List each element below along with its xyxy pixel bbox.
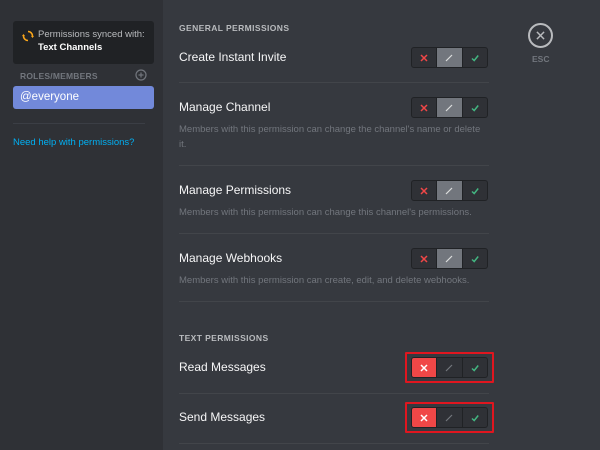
allow-button[interactable] bbox=[463, 408, 487, 427]
permission-toggle-manage-channel bbox=[411, 97, 488, 118]
permission-title: Manage Webhooks bbox=[179, 251, 283, 265]
sync-icon bbox=[22, 30, 34, 42]
row-divider bbox=[179, 301, 489, 302]
close-button[interactable] bbox=[528, 23, 553, 48]
row-divider bbox=[179, 82, 489, 83]
sidebar: Permissions synced with: Text Channels R… bbox=[0, 0, 163, 450]
allow-button[interactable] bbox=[463, 98, 487, 117]
row-divider bbox=[179, 233, 489, 234]
neutral-button[interactable] bbox=[437, 358, 463, 377]
neutral-button[interactable] bbox=[437, 249, 463, 268]
permission-title: Create Instant Invite bbox=[179, 50, 287, 64]
check-icon bbox=[471, 54, 479, 62]
slash-icon bbox=[446, 187, 453, 194]
deny-button[interactable] bbox=[412, 249, 438, 268]
allow-button[interactable] bbox=[463, 358, 487, 377]
close-icon bbox=[536, 31, 545, 40]
check-icon bbox=[471, 187, 479, 195]
permission-toggle-manage-webhooks bbox=[411, 248, 488, 269]
role-label: @everyone bbox=[20, 91, 79, 103]
roles-members-header: ROLES/MEMBERS bbox=[20, 71, 98, 81]
slash-icon bbox=[446, 255, 453, 262]
deny-button[interactable] bbox=[412, 48, 438, 67]
permission-description: Members with this permission can change … bbox=[179, 124, 481, 150]
permission-title: Manage Channel bbox=[179, 100, 271, 114]
x-icon bbox=[420, 413, 428, 422]
allow-button[interactable] bbox=[463, 181, 487, 200]
check-icon bbox=[471, 364, 479, 372]
permission-toggle-manage-permissions bbox=[411, 180, 488, 201]
permission-toggle-create-instant-invite bbox=[411, 47, 488, 68]
sync-target: Text Channels bbox=[38, 42, 103, 53]
row-divider bbox=[179, 443, 489, 444]
x-icon bbox=[420, 186, 428, 195]
permission-toggle-read-messages bbox=[411, 357, 488, 378]
deny-button[interactable] bbox=[412, 408, 438, 427]
help-permissions-link[interactable]: Need help with permissions? bbox=[13, 137, 134, 148]
permission-title: Send Messages bbox=[179, 410, 266, 424]
deny-button[interactable] bbox=[412, 98, 438, 117]
sync-status-box: Permissions synced with: Text Channels bbox=[13, 21, 154, 64]
permission-title: Read Messages bbox=[179, 360, 266, 374]
permission-description: Members with this permission can create,… bbox=[179, 275, 470, 286]
neutral-button[interactable] bbox=[437, 181, 463, 200]
check-icon bbox=[471, 104, 479, 112]
slash-icon bbox=[446, 414, 453, 421]
check-icon bbox=[471, 414, 479, 422]
permission-title: Manage Permissions bbox=[179, 183, 292, 197]
esc-label: ESC bbox=[532, 54, 550, 64]
sync-label: Permissions synced with: bbox=[38, 29, 145, 40]
slash-icon bbox=[446, 104, 453, 111]
slash-icon bbox=[446, 54, 453, 61]
general-permissions-header: GENERAL PERMISSIONS bbox=[179, 23, 290, 33]
x-icon bbox=[420, 103, 428, 112]
permission-toggle-send-messages bbox=[411, 407, 488, 428]
x-icon bbox=[420, 53, 428, 62]
row-divider bbox=[179, 165, 489, 166]
neutral-button[interactable] bbox=[437, 408, 463, 427]
neutral-button[interactable] bbox=[437, 48, 463, 67]
allow-button[interactable] bbox=[463, 48, 487, 67]
deny-button[interactable] bbox=[412, 358, 438, 377]
text-permissions-header: TEXT PERMISSIONS bbox=[179, 333, 269, 343]
deny-button[interactable] bbox=[412, 181, 438, 200]
permission-description: Members with this permission can change … bbox=[179, 207, 472, 218]
x-icon bbox=[420, 254, 428, 263]
row-divider bbox=[179, 393, 489, 394]
allow-button[interactable] bbox=[463, 249, 487, 268]
role-item-everyone[interactable]: @everyone bbox=[13, 86, 154, 109]
add-circle-icon[interactable] bbox=[135, 69, 147, 81]
sidebar-divider bbox=[13, 123, 145, 124]
slash-icon bbox=[446, 364, 453, 371]
x-icon bbox=[420, 363, 428, 372]
neutral-button[interactable] bbox=[437, 98, 463, 117]
check-icon bbox=[471, 255, 479, 263]
